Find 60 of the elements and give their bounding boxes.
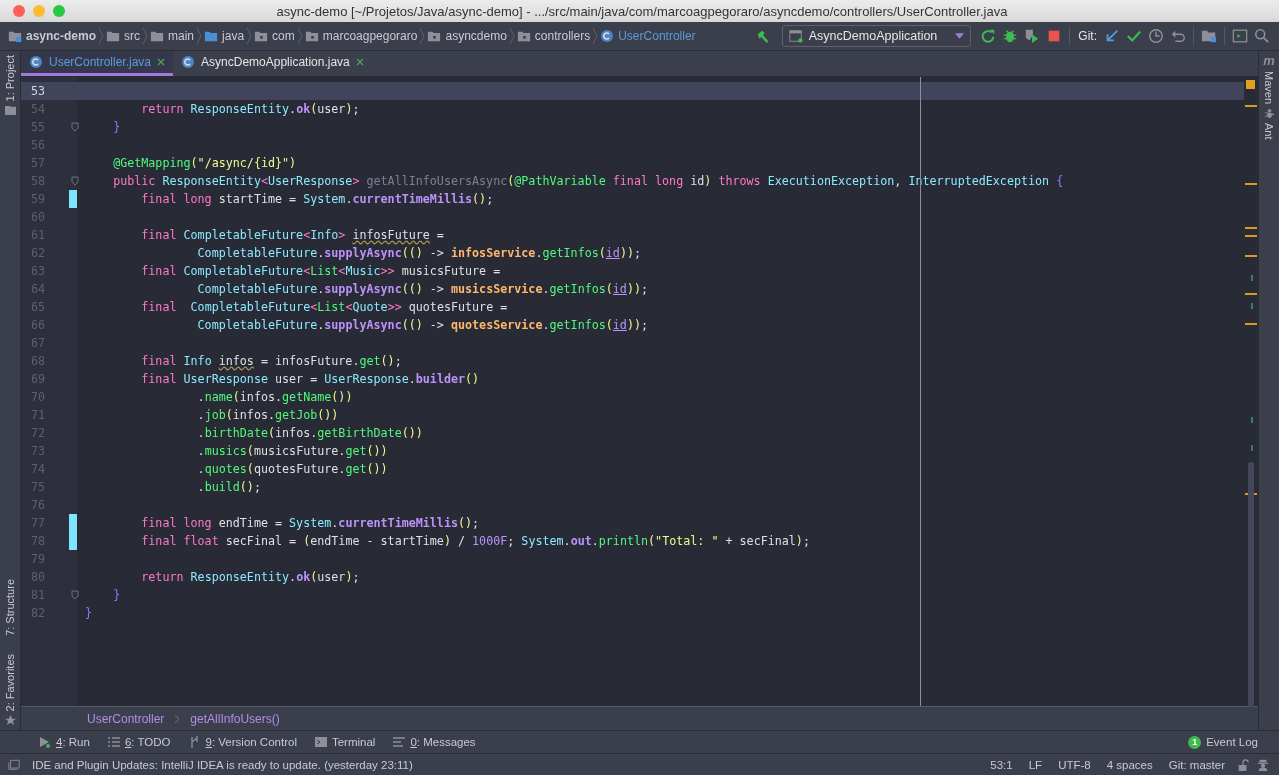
breadcrumb-item[interactable]: UserController: [87, 711, 165, 726]
path-crumb[interactable]: controllers: [514, 29, 593, 43]
status-item[interactable]: 53:1: [990, 758, 1013, 771]
status-item[interactable]: LF: [1028, 758, 1043, 771]
ant-tool-tab[interactable]: Ant: [1263, 123, 1275, 140]
path-crumb[interactable]: main: [148, 29, 197, 43]
code-line: final Info infos = infosFuture.get();: [140, 354, 402, 368]
git-label: Git:: [1078, 29, 1097, 43]
run-tool-button[interactable]: 4: Run: [30, 736, 99, 748]
code-line: .build();: [196, 480, 261, 494]
status-item[interactable]: Git: master: [1168, 758, 1225, 771]
run-configuration-dropdown[interactable]: AsyncDemoApplication: [781, 25, 972, 47]
code-line: CompletableFuture.supplyAsync(() -> infosService.getInfos(id));: [196, 246, 641, 260]
path-crumb[interactable]: com: [252, 29, 297, 43]
path-crumb[interactable]: marcoagpegoraro: [302, 29, 420, 43]
editor-tab[interactable]: AsyncDemoApplication.java: [173, 51, 372, 76]
code-line: .birthDate(infos.getBirthDate()): [196, 426, 423, 440]
editor-tab[interactable]: UserController.java: [21, 51, 174, 76]
code-line: @GetMapping("/async/{id}"): [112, 156, 297, 170]
line-number: 53: [29, 84, 45, 98]
maven-tool-tab[interactable]: Maven: [1263, 71, 1275, 105]
event-log-button[interactable]: 1 Event Log: [1179, 735, 1267, 749]
maven-logo: m: [1263, 55, 1275, 67]
code-line: final UserResponse user = UserResponse.builder(): [140, 372, 480, 386]
window-title: async-demo [~/Projetos/Java/async-demo] - .../src/main/java/com/marcoagpegoraro/asyncdemo/controllers/UserController.java: [275, 3, 1009, 19]
path-crumb[interactable]: UserController: [598, 29, 698, 43]
code-line: return ResponseEntity.ok(user);: [140, 102, 360, 116]
favorites-tool-tab[interactable]: 2: Favorites: [4, 653, 16, 711]
structure-tool-tab[interactable]: 7: Structure: [4, 578, 16, 636]
status-item[interactable]: 4 spaces: [1106, 758, 1153, 771]
path-crumb[interactable]: async-demo: [6, 29, 99, 43]
messages-tool-button[interactable]: 0: Messages: [384, 736, 485, 748]
code-line: final CompletableFuture<List<Music>> musicsFuture =: [140, 264, 501, 278]
terminal-tool-button[interactable]: Terminal: [305, 736, 385, 748]
code-line: .quotes(quotesFuture.get()): [196, 462, 388, 476]
code-line: CompletableFuture.supplyAsync(() -> musicsService.getInfos(id));: [196, 282, 649, 296]
code-line: final float secFinal = (endTime - startTime) / 1000F; System.out.println("Total: " + secFinal);: [140, 534, 810, 548]
status-item[interactable]: UTF-8: [1058, 758, 1091, 771]
code-line: .job(infos.getJob()): [196, 408, 339, 422]
code-line: .musics(musicsFuture.get()): [196, 444, 388, 458]
code-line: }: [112, 120, 121, 134]
code-line: final CompletableFuture<Info> infosFuture =: [140, 228, 444, 242]
code-line: }: [112, 588, 121, 602]
code-line: final long endTime = System.currentTimeMillis();: [140, 516, 480, 530]
code-line: final CompletableFuture<List<Quote>> quotesFuture =: [140, 300, 508, 314]
code-line: }: [84, 606, 93, 620]
code-line: return ResponseEntity.ok(user);: [140, 570, 360, 584]
code-line: final long startTime = System.currentTimeMillis();: [140, 192, 494, 206]
code-line: public ResponseEntity<UserResponse> getAllInfoUsersAsync(@PathVariable final long id) throws ExecutionException, InterruptedException {: [112, 174, 1064, 188]
path-crumb[interactable]: src: [104, 29, 143, 43]
vcs-tool-button[interactable]: 9: Version Control: [179, 736, 306, 748]
breadcrumb-item[interactable]: getAllInfoUsers(): [190, 711, 280, 726]
code-line: .name(infos.getName()): [196, 390, 353, 404]
path-crumb[interactable]: java: [202, 29, 247, 43]
notification-count: 1: [1188, 735, 1202, 749]
status-message: IDE and Plugin Updates: IntelliJ IDEA is ready to update. (yesterday 23:11): [32, 758, 413, 771]
code-line: CompletableFuture.supplyAsync(() -> quotesService.getInfos(id));: [196, 318, 649, 332]
todo-tool-button[interactable]: 6: TODO: [98, 736, 180, 748]
project-tool-tab[interactable]: 1: Project: [4, 55, 16, 102]
path-crumb[interactable]: asyncdemo: [425, 29, 509, 43]
